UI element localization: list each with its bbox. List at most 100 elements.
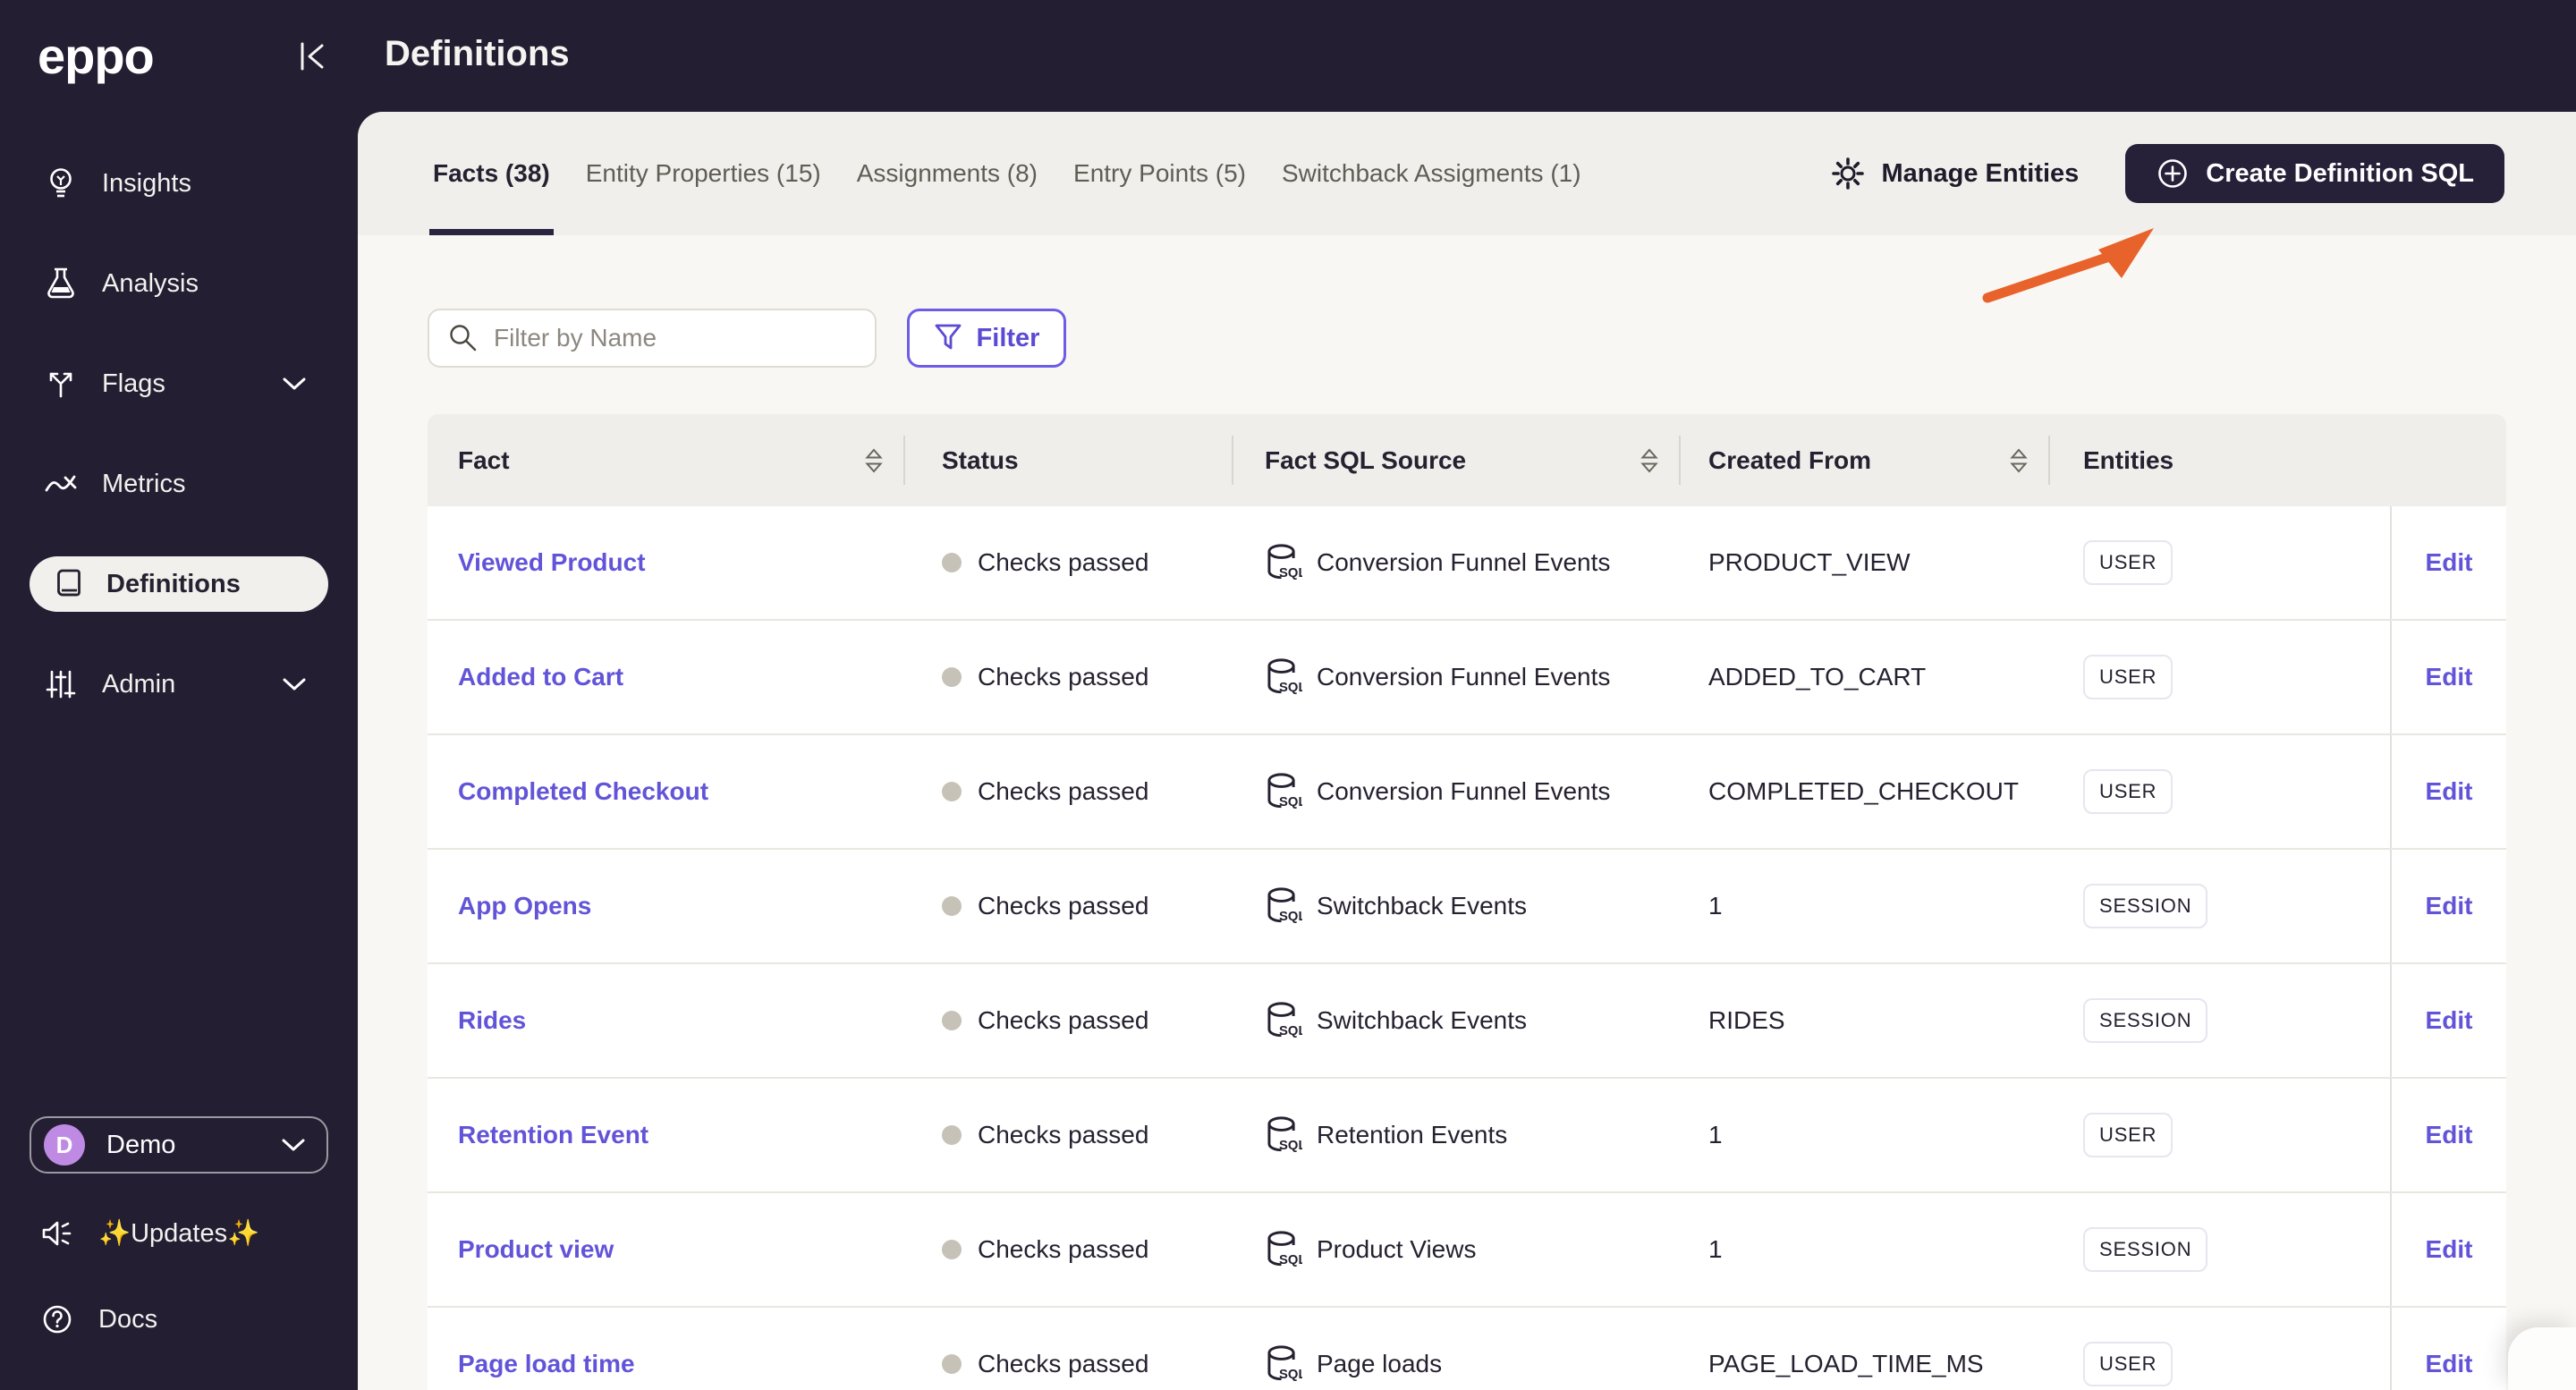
filter-by-name-field[interactable] bbox=[428, 309, 877, 368]
tab-entity-properties[interactable]: Entity Properties (15) bbox=[582, 112, 825, 235]
sidebar-item-docs[interactable]: Docs bbox=[0, 1293, 358, 1346]
status-text: Checks passed bbox=[978, 1350, 1149, 1377]
sidebar-item-label: Insights bbox=[102, 168, 191, 198]
split-arrow-icon bbox=[49, 372, 72, 398]
book-icon bbox=[57, 569, 80, 597]
workspace-switcher[interactable]: D Demo bbox=[30, 1116, 328, 1174]
fact-sql-source-link[interactable]: Retention Events bbox=[1317, 1121, 1507, 1149]
chart-line-icon bbox=[45, 475, 77, 492]
table-row: App Opens Checks passed SQL Switchback E… bbox=[428, 850, 2506, 964]
sidebar-item-flags[interactable]: Flags bbox=[0, 355, 358, 412]
lightbulb-icon bbox=[50, 168, 72, 198]
tab-entry-points[interactable]: Entry Points (5) bbox=[1070, 112, 1250, 235]
filter-button[interactable]: Filter bbox=[907, 309, 1066, 368]
megaphone-icon bbox=[42, 1221, 72, 1246]
entity-badge: SESSION bbox=[2083, 884, 2208, 928]
fact-link[interactable]: Completed Checkout bbox=[458, 777, 708, 806]
manage-entities-button[interactable]: Manage Entities bbox=[1830, 156, 2079, 191]
status-dot bbox=[942, 1011, 962, 1030]
status-text: Checks passed bbox=[978, 1235, 1149, 1263]
sidebar: Insights Analysis Flags Metrics Definiti… bbox=[0, 112, 358, 1390]
entity-badge: USER bbox=[2083, 1342, 2174, 1386]
sidebar-item-analysis[interactable]: Analysis bbox=[0, 255, 358, 312]
sql-database-icon: SQL bbox=[1267, 1345, 1302, 1382]
tab-assignments[interactable]: Assignments (8) bbox=[853, 112, 1041, 235]
filter-button-label: Filter bbox=[976, 323, 1040, 352]
sidebar-item-admin[interactable]: Admin bbox=[0, 656, 358, 713]
table-row: Retention Event Checks passed SQL Retent… bbox=[428, 1079, 2506, 1193]
floating-widget[interactable] bbox=[2508, 1327, 2576, 1390]
tab-facts[interactable]: Facts (38) bbox=[429, 112, 554, 235]
entity-badge: USER bbox=[2083, 769, 2174, 814]
svg-text:SQL: SQL bbox=[1279, 1368, 1302, 1382]
fact-link[interactable]: Viewed Product bbox=[458, 548, 646, 577]
tab-switchback-assigments[interactable]: Switchback Assigments (1) bbox=[1278, 112, 1585, 235]
fact-link[interactable]: Retention Event bbox=[458, 1121, 648, 1149]
entity-badge: SESSION bbox=[2083, 998, 2208, 1043]
sidebar-item-updates[interactable]: ✨Updates✨ bbox=[0, 1207, 358, 1260]
top-bar: eppo Definitions bbox=[0, 0, 2576, 112]
sidebar-item-definitions[interactable]: Definitions bbox=[30, 556, 328, 612]
fact-link[interactable]: App Opens bbox=[458, 892, 591, 920]
table-row: Rides Checks passed SQL Switchback Event… bbox=[428, 964, 2506, 1079]
table-row: Viewed Product Checks passed SQL Convers… bbox=[428, 506, 2506, 621]
edit-link[interactable]: Edit bbox=[2426, 777, 2473, 806]
gear-icon bbox=[1831, 157, 1864, 190]
create-definition-sql-button[interactable]: Create Definition SQL bbox=[2125, 144, 2504, 203]
sql-database-icon: SQL bbox=[1267, 1231, 1302, 1267]
fact-link[interactable]: Page load time bbox=[458, 1350, 635, 1378]
workspace-avatar: D bbox=[44, 1124, 85, 1165]
status-dot bbox=[942, 1125, 962, 1145]
page-title: Definitions bbox=[385, 34, 570, 73]
fact-sql-source-link[interactable]: Product Views bbox=[1317, 1235, 1476, 1264]
svg-text:SQL: SQL bbox=[1279, 795, 1302, 809]
created-from-value: 1 bbox=[1708, 1235, 1723, 1263]
sliders-icon bbox=[46, 670, 76, 699]
status-text: Checks passed bbox=[978, 777, 1149, 805]
funnel-icon bbox=[935, 324, 961, 350]
svg-text:SQL: SQL bbox=[1279, 1253, 1302, 1267]
entity-badge: USER bbox=[2083, 655, 2174, 699]
fact-link[interactable]: Product view bbox=[458, 1235, 614, 1264]
sql-database-icon: SQL bbox=[1267, 773, 1302, 809]
sql-database-icon: SQL bbox=[1267, 1002, 1302, 1038]
edit-link[interactable]: Edit bbox=[2426, 1350, 2473, 1378]
created-from-value: ADDED_TO_CART bbox=[1708, 663, 1927, 691]
status-dot bbox=[942, 553, 962, 572]
status-text: Checks passed bbox=[978, 892, 1149, 920]
edit-link[interactable]: Edit bbox=[2426, 1121, 2473, 1149]
svg-text:SQL: SQL bbox=[1279, 681, 1302, 695]
fact-sql-source-link[interactable]: Conversion Funnel Events bbox=[1317, 777, 1610, 806]
entity-badge: USER bbox=[2083, 1113, 2174, 1157]
edit-link[interactable]: Edit bbox=[2426, 892, 2473, 920]
chevron-down-icon bbox=[282, 1139, 305, 1151]
fact-sql-source-link[interactable]: Switchback Events bbox=[1317, 1006, 1527, 1035]
fact-link[interactable]: Added to Cart bbox=[458, 663, 623, 691]
collapse-sidebar-icon[interactable] bbox=[297, 39, 331, 73]
fact-sql-source-link[interactable]: Conversion Funnel Events bbox=[1317, 548, 1610, 577]
edit-link[interactable]: Edit bbox=[2426, 1006, 2473, 1035]
edit-link[interactable]: Edit bbox=[2426, 548, 2473, 577]
content-area: Facts (38) Entity Properties (15) Assign… bbox=[358, 112, 2576, 1390]
sidebar-item-insights[interactable]: Insights bbox=[0, 155, 358, 212]
sort-icon[interactable] bbox=[1640, 447, 1659, 474]
fact-sql-source-link[interactable]: Page loads bbox=[1317, 1350, 1442, 1378]
sort-icon[interactable] bbox=[864, 447, 884, 474]
sort-icon[interactable] bbox=[2009, 447, 2029, 474]
filter-by-name-input[interactable] bbox=[494, 324, 852, 352]
svg-text:SQL: SQL bbox=[1279, 1024, 1302, 1038]
entity-badge: USER bbox=[2083, 540, 2174, 585]
sidebar-item-label: Docs bbox=[98, 1304, 158, 1334]
fact-sql-source-link[interactable]: Switchback Events bbox=[1317, 892, 1527, 920]
sidebar-item-metrics[interactable]: Metrics bbox=[0, 455, 358, 513]
column-header-created-from: Created From bbox=[1708, 445, 1872, 474]
edit-link[interactable]: Edit bbox=[2426, 663, 2473, 691]
created-from-value: COMPLETED_CHECKOUT bbox=[1708, 777, 2019, 805]
table-row: Completed Checkout Checks passed SQL Con… bbox=[428, 735, 2506, 850]
status-dot bbox=[942, 782, 962, 801]
create-definition-sql-label: Create Definition SQL bbox=[2206, 158, 2474, 188]
fact-sql-source-link[interactable]: Conversion Funnel Events bbox=[1317, 663, 1610, 691]
edit-link[interactable]: Edit bbox=[2426, 1235, 2473, 1264]
fact-link[interactable]: Rides bbox=[458, 1006, 526, 1035]
status-text: Checks passed bbox=[978, 548, 1149, 576]
